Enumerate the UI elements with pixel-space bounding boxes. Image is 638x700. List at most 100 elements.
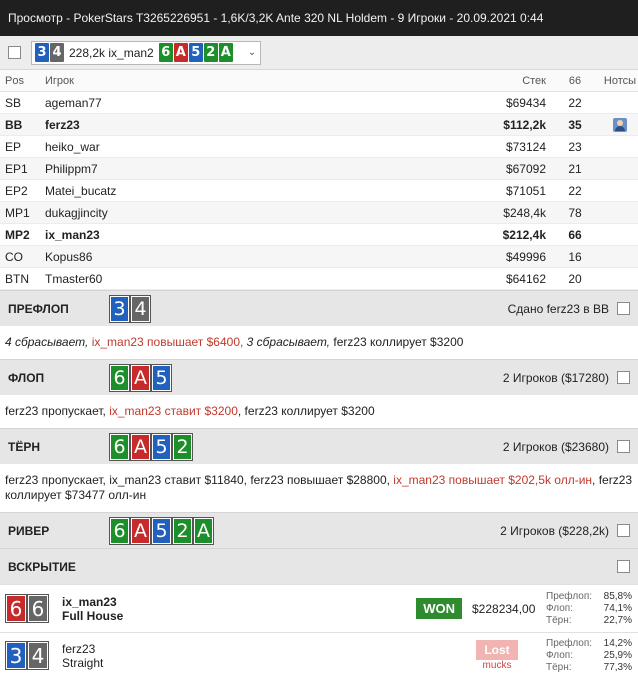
player-row[interactable]: BB ferz23 $112,2k 35 xyxy=(0,114,638,136)
street-checkbox[interactable] xyxy=(617,371,630,384)
street-info: 2 Игроков ($228,2k) xyxy=(500,523,609,538)
street-checkbox[interactable] xyxy=(617,302,630,315)
street-actions-preflop: 4 сбрасывает, ix_man23 повышает $6400, 3… xyxy=(0,326,638,359)
action-text: 4 сбрасывает, xyxy=(5,335,92,349)
player-row[interactable]: EP heiko_war $73124 23 xyxy=(0,136,638,158)
player-name: Kopus86 xyxy=(45,249,93,264)
header-pos[interactable]: Pos xyxy=(0,75,40,87)
chevron-down-icon[interactable]: ⌄ xyxy=(248,47,256,58)
player-vpip: 16 xyxy=(568,249,582,264)
street-header-river: РИВЕР 6 A 5 2 A 2 Игроков ($228,2k) xyxy=(0,512,638,548)
player-row[interactable]: BTN Tmaster60 $64162 20 xyxy=(0,268,638,290)
player-stack: $49996 xyxy=(505,249,546,264)
player-vpip: 23 xyxy=(568,139,582,154)
player-stack: $112,2k xyxy=(503,117,546,132)
result-hand-name: Straight xyxy=(62,655,104,670)
hand-select-checkbox[interactable] xyxy=(8,46,21,59)
equity-value: 77,3% xyxy=(603,661,632,673)
street-checkbox[interactable] xyxy=(617,524,630,537)
player-notes[interactable] xyxy=(602,117,638,132)
player-row[interactable]: SB ageman77 $69434 22 xyxy=(0,92,638,114)
player-stack: $67092 xyxy=(505,161,546,176)
win-amount: $228234,00 xyxy=(472,601,536,616)
equity-value: 25,9% xyxy=(603,649,632,661)
playing-card: 6 xyxy=(158,43,173,62)
header-player[interactable]: Игрок xyxy=(40,75,458,87)
player-note-icon[interactable] xyxy=(613,117,627,132)
lost-badge: Lost xyxy=(476,640,518,660)
equity-row: Тёрн: 22,7% xyxy=(546,615,632,627)
equity-label: Тёрн: xyxy=(546,614,572,626)
equity-row: Префлоп: 85,8% xyxy=(546,591,632,603)
equity-row: Тёрн: 77,3% xyxy=(546,662,632,674)
player-name: ageman77 xyxy=(45,95,102,110)
player-position: SB xyxy=(5,95,22,110)
street-header-flop: ФЛОП 6 A 5 2 Игроков ($17280) xyxy=(0,359,638,395)
player-stack: $212,4k xyxy=(502,227,546,242)
player-name: ix_man23 xyxy=(45,227,100,242)
player-row[interactable]: MP2 ix_man23 $212,4k 66 xyxy=(0,224,638,246)
playing-card: 2 xyxy=(203,43,218,62)
result-cards: 34 xyxy=(5,641,60,670)
result-row: 3 4 ferz23 Straight Lost mucks Префлоп: 14,2% Фл… xyxy=(0,632,638,678)
header-vpip[interactable]: 66 xyxy=(548,75,602,87)
street-name: ВСКРЫТИЕ xyxy=(8,559,76,574)
player-vpip: 22 xyxy=(568,95,582,110)
action-text: , ferz23 коллирует $3200 xyxy=(237,404,375,418)
playing-card: 5 xyxy=(151,363,172,392)
playing-card: 2 xyxy=(172,516,193,545)
player-vpip: 66 xyxy=(568,227,582,242)
playing-card: A xyxy=(173,43,188,62)
street-info: Сдано ferz23 в BB xyxy=(507,301,609,316)
playing-card: 4 xyxy=(50,43,64,62)
player-row[interactable]: MP1 dukagjincity $248,4k 78 xyxy=(0,202,638,224)
equity-stats: Префлоп: 14,2% Флоп: 25,9% Тёрн: 77,3% xyxy=(546,638,632,674)
playing-card: A xyxy=(130,432,151,461)
street-checkbox[interactable] xyxy=(617,560,630,573)
header-notes[interactable]: Нотсы xyxy=(602,75,638,87)
player-position: BTN xyxy=(5,271,29,286)
equity-row: Префлоп: 14,2% xyxy=(546,638,632,650)
street-checkbox[interactable] xyxy=(617,440,630,453)
header-stack[interactable]: Стек xyxy=(458,75,548,87)
equity-label: Префлоп: xyxy=(546,590,593,602)
player-stack: $248,4k xyxy=(503,205,546,220)
playing-card: 6 xyxy=(109,432,130,461)
result-player-name: ix_man23 xyxy=(62,594,117,609)
equity-label: Тёрн: xyxy=(546,661,572,673)
player-name: ferz23 xyxy=(45,117,80,132)
street-cards: 6A5 xyxy=(109,363,503,392)
player-vpip: 22 xyxy=(568,183,582,198)
street-cards: 6A52A xyxy=(109,516,500,545)
player-name: Matei_bucatz xyxy=(45,183,117,198)
equity-value: 14,2% xyxy=(603,637,632,649)
playing-card: A xyxy=(130,363,151,392)
result-row: 6 6 ix_man23 Full House WON $228234,00 Префлоп… xyxy=(0,584,638,632)
player-row[interactable]: EP2 Matei_bucatz $71051 22 xyxy=(0,180,638,202)
street-actions-flop: ferz23 пропускает, ix_man23 ставит $3200… xyxy=(0,395,638,428)
playing-card: 5 xyxy=(188,43,203,62)
street-name: ФЛОП xyxy=(8,370,45,385)
result-player: ix_man23 Full House xyxy=(60,595,416,623)
player-rows: SB ageman77 $69434 22 BB ferz23 $112,2k 35 EP hei… xyxy=(0,92,638,290)
street-name: ПРЕФЛОП xyxy=(8,301,69,316)
players-table-header: Pos Игрок Стек 66 Нотсы xyxy=(0,70,638,92)
playing-card: 6 xyxy=(27,594,49,623)
playing-card: 2 xyxy=(172,432,193,461)
player-row[interactable]: CO Kopus86 $49996 16 xyxy=(0,246,638,268)
player-vpip: 78 xyxy=(568,205,582,220)
playing-card: 3 xyxy=(5,641,27,670)
street-info: 2 Игроков ($17280) xyxy=(502,370,609,385)
player-name: dukagjincity xyxy=(45,205,108,220)
equity-label: Флоп: xyxy=(546,649,573,661)
playing-card: 5 xyxy=(151,516,172,545)
player-row[interactable]: EP1 Philippm7 $67092 21 xyxy=(0,158,638,180)
street-name: ТЁРН xyxy=(8,439,41,454)
equity-row: Флоп: 25,9% xyxy=(546,650,632,662)
hand-dropdown[interactable]: 34 228,2k ix_man2 6A52A ⌄ xyxy=(31,40,262,65)
player-name: Philippm7 xyxy=(45,161,98,176)
mucks-label: mucks xyxy=(482,660,512,671)
playing-card: A xyxy=(130,516,151,545)
playing-card: A xyxy=(218,43,233,62)
action-text: ix_man23 повышает $202,5k олл-ин xyxy=(393,473,593,487)
